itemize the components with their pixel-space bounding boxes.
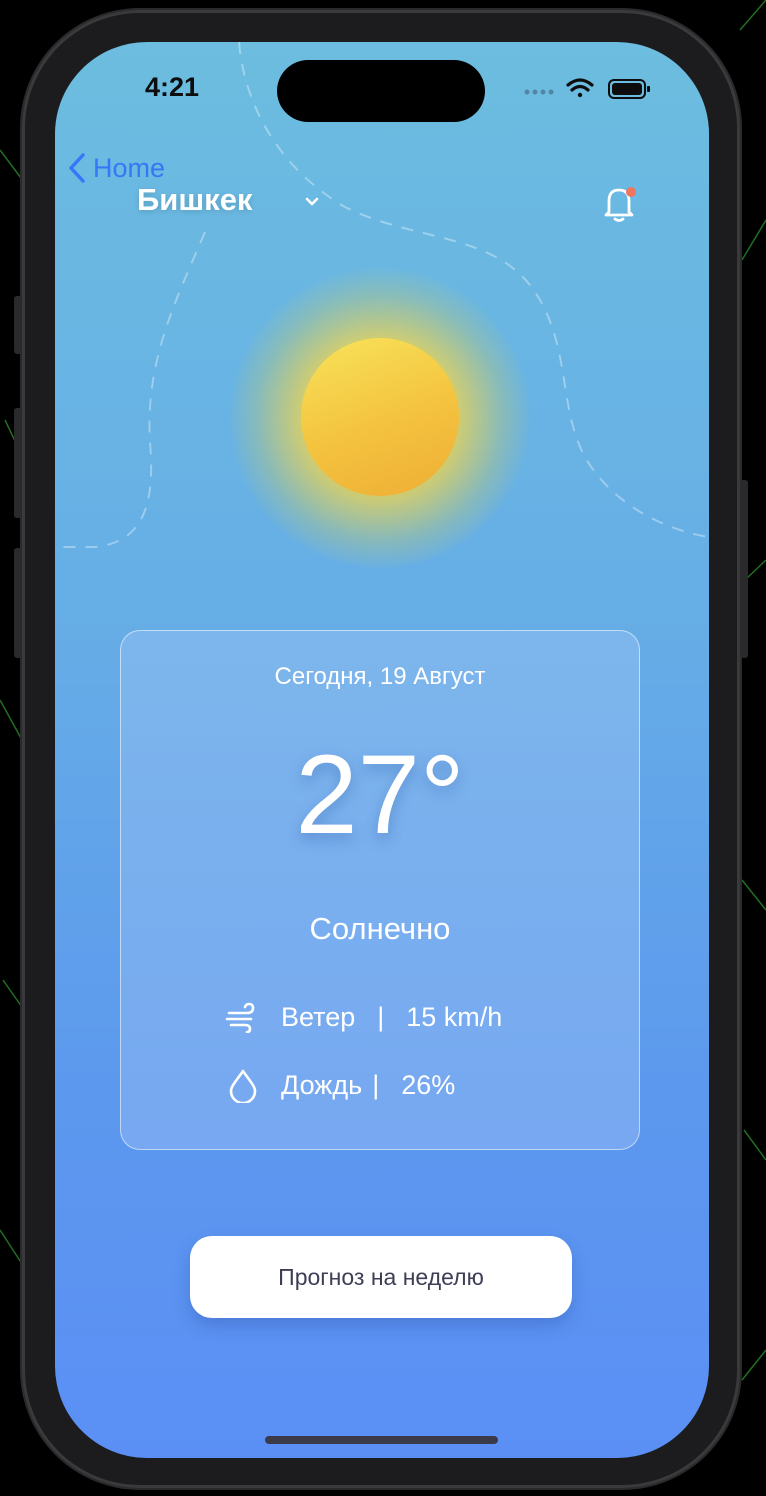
- weather-card: Сегодня, 19 Август 27° Солнечно Ветер | …: [120, 630, 640, 1150]
- home-indicator[interactable]: [265, 1436, 498, 1444]
- status-icons: [524, 78, 650, 99]
- rain-label: Дождь: [281, 1069, 363, 1100]
- separator: |: [377, 1001, 385, 1032]
- bell-icon[interactable]: [599, 182, 639, 226]
- dynamic-island: [277, 60, 485, 122]
- app-screen: 4:21 Home Бишкек Сегодня, 19 Август 27° …: [55, 42, 709, 1458]
- wind-label: Ветер: [281, 1001, 356, 1032]
- rain-row: Дождь | 26%: [225, 1065, 455, 1105]
- back-label: Home: [93, 152, 166, 183]
- signal-dots-icon: [524, 89, 554, 95]
- notification-dot: [626, 187, 636, 197]
- phone-side-button: [14, 296, 22, 354]
- temperature: 27°: [295, 732, 465, 857]
- wind-icon: [225, 1002, 255, 1033]
- separator: |: [372, 1069, 380, 1100]
- chevron-down-icon[interactable]: [303, 194, 321, 210]
- week-forecast-button[interactable]: Прогноз на неделю: [190, 1236, 572, 1318]
- battery-icon: [608, 79, 650, 99]
- weather-condition: Солнечно: [309, 911, 451, 946]
- city-name[interactable]: Бишкек: [137, 182, 252, 218]
- weather-date: Сегодня, 19 Август: [274, 663, 486, 690]
- rain-value: 26%: [401, 1069, 456, 1100]
- phone-side-button: [740, 480, 748, 658]
- wifi-icon: [566, 78, 594, 98]
- phone-side-button: [14, 548, 22, 658]
- sun-icon: [301, 338, 459, 496]
- status-time: 4:21: [145, 72, 200, 102]
- wind-value: 15 km/h: [406, 1001, 503, 1032]
- phone-side-button: [14, 408, 22, 518]
- wind-row: Ветер | 15 km/h: [225, 997, 502, 1037]
- raindrop-icon: [229, 1069, 257, 1103]
- chevron-left-icon: [69, 153, 85, 183]
